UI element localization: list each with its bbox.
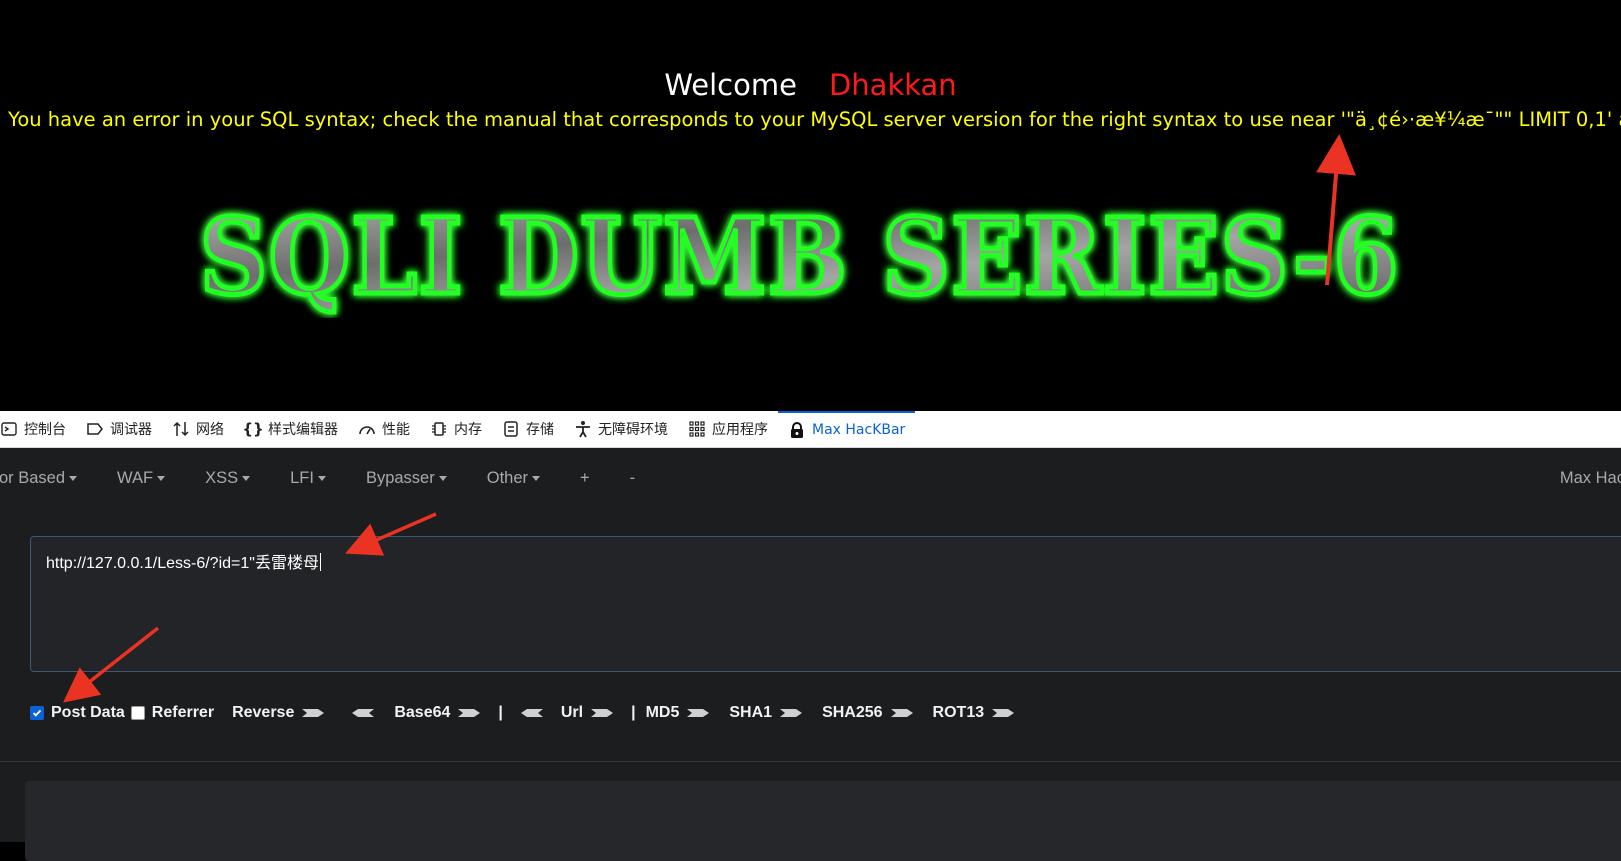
menu-label: LFI bbox=[290, 468, 314, 487]
encode-arrow-icon[interactable] bbox=[685, 707, 711, 719]
tab-label: 调试器 bbox=[110, 422, 152, 438]
sha1-button[interactable]: SHA1 bbox=[729, 704, 772, 722]
base64-button[interactable]: Base64 bbox=[394, 704, 450, 722]
encode-arrow-icon[interactable] bbox=[990, 707, 1016, 719]
tab-label: 内存 bbox=[454, 422, 482, 438]
caret-down-icon bbox=[438, 475, 447, 481]
add-button[interactable]: + bbox=[560, 469, 610, 488]
post-data-checkbox[interactable] bbox=[30, 706, 44, 720]
referrer-checkbox[interactable] bbox=[130, 706, 145, 720]
console-icon bbox=[0, 420, 18, 438]
tab-memory[interactable]: 内存 bbox=[420, 411, 492, 447]
welcome-line: Welcome Dhakkan bbox=[0, 68, 1621, 102]
page-content: Welcome Dhakkan You have an error in your… bbox=[0, 0, 1621, 411]
encode-arrow-icon[interactable] bbox=[300, 707, 326, 719]
tab-console[interactable]: 控制台 bbox=[0, 411, 76, 447]
tab-storage[interactable]: 存储 bbox=[492, 411, 564, 447]
menu-label: Other bbox=[486, 468, 529, 487]
caret-down-icon bbox=[69, 475, 78, 481]
tab-label: 性能 bbox=[382, 422, 410, 438]
url-textarea[interactable]: http://127.0.0.1/Less-6/?id=1"丢雷楼母 bbox=[30, 536, 1621, 672]
welcome-text: Welcome bbox=[664, 68, 797, 102]
separator: | bbox=[631, 704, 636, 721]
text-cursor bbox=[319, 553, 321, 571]
tab-accessibility[interactable]: 无障碍环境 bbox=[564, 411, 678, 447]
tab-max-hackbar[interactable]: Max HacKBar bbox=[778, 411, 916, 447]
sha256-button[interactable]: SHA256 bbox=[822, 704, 882, 722]
tab-debugger[interactable]: 调试器 bbox=[76, 411, 162, 447]
decode-arrow-icon[interactable] bbox=[519, 707, 545, 719]
caret-down-icon bbox=[532, 475, 541, 481]
menu-label: WAF bbox=[117, 468, 154, 487]
decode-arrow-icon[interactable] bbox=[350, 707, 376, 719]
banner-logo: SQLI DUMB SERIES-6 bbox=[198, 198, 1401, 318]
style-editor-icon: {} bbox=[242, 420, 264, 438]
menu-label: XSS bbox=[205, 468, 239, 487]
tab-label: 无障碍环境 bbox=[598, 422, 668, 438]
md5-button[interactable]: MD5 bbox=[646, 704, 680, 722]
menu-other[interactable]: Other bbox=[467, 469, 560, 488]
tab-label: 样式编辑器 bbox=[268, 422, 338, 438]
menu-error-based[interactable]: rror Based bbox=[0, 469, 97, 488]
hackbar-icon bbox=[788, 421, 806, 439]
caret-down-icon bbox=[242, 475, 251, 481]
url-encode-button[interactable]: Url bbox=[561, 704, 583, 722]
encode-arrow-icon[interactable] bbox=[589, 707, 615, 719]
performance-icon bbox=[358, 420, 376, 438]
menu-label: rror Based bbox=[0, 468, 66, 487]
tab-network[interactable]: 网络 bbox=[162, 411, 234, 447]
menu-xss[interactable]: XSS bbox=[185, 469, 270, 488]
reverse-button[interactable]: Reverse bbox=[232, 704, 294, 722]
remove-button[interactable]: - bbox=[610, 469, 656, 488]
debugger-icon bbox=[86, 420, 104, 438]
encode-arrow-icon[interactable] bbox=[778, 707, 804, 719]
rot13-button[interactable]: ROT13 bbox=[933, 704, 985, 722]
separator: | bbox=[498, 704, 503, 721]
hackbar-menubar: rror Based WAF XSS LFI Bypasser Other + … bbox=[0, 458, 1621, 498]
post-data-textarea[interactable] bbox=[25, 781, 1621, 861]
referrer-label[interactable]: Referrer bbox=[152, 704, 214, 722]
menu-waf[interactable]: WAF bbox=[97, 469, 185, 488]
hackbar-title: Max Hac bbox=[1559, 469, 1621, 487]
encode-arrow-icon[interactable] bbox=[456, 707, 482, 719]
storage-icon bbox=[502, 420, 520, 438]
sql-error-message: You have an error in your SQL syntax; ch… bbox=[8, 108, 1621, 131]
tab-label: Max HacKBar bbox=[812, 422, 906, 438]
encode-arrow-icon[interactable] bbox=[889, 707, 915, 719]
user-name: Dhakkan bbox=[828, 68, 957, 102]
menu-label: Bypasser bbox=[365, 468, 435, 487]
tab-performance[interactable]: 性能 bbox=[348, 411, 420, 447]
tab-application[interactable]: 应用程序 bbox=[678, 411, 778, 447]
caret-down-icon bbox=[317, 475, 326, 481]
menu-lfi[interactable]: LFI bbox=[270, 469, 346, 488]
url-value: http://127.0.0.1/Less-6/?id=1"丢雷楼母 bbox=[46, 549, 321, 573]
accessibility-icon bbox=[574, 420, 592, 438]
network-icon bbox=[172, 420, 190, 438]
tab-label: 存储 bbox=[526, 422, 554, 438]
panel-divider bbox=[0, 761, 1621, 762]
memory-icon bbox=[430, 420, 448, 438]
devtools-tabbar: 控制台 调试器 网络 {} 样式编辑器 性能 内存 存储 无障碍环境 应用程序 … bbox=[0, 411, 1621, 448]
banner-title: SQLI DUMB SERIES-6 bbox=[200, 198, 1400, 318]
menu-bypasser[interactable]: Bypasser bbox=[346, 469, 467, 488]
tab-label: 控制台 bbox=[24, 422, 66, 438]
tab-label: 网络 bbox=[196, 422, 224, 438]
tab-style-editor[interactable]: {} 样式编辑器 bbox=[234, 411, 348, 447]
caret-down-icon bbox=[157, 475, 166, 481]
hackbar-options: Post Data Referrer Reverse Base64 | Url … bbox=[30, 700, 1022, 726]
url-text: http://127.0.0.1/Less-6/?id=1"丢雷楼母 bbox=[46, 555, 319, 572]
post-data-label[interactable]: Post Data bbox=[51, 704, 125, 722]
application-icon bbox=[688, 420, 706, 438]
tab-label: 应用程序 bbox=[712, 422, 768, 438]
